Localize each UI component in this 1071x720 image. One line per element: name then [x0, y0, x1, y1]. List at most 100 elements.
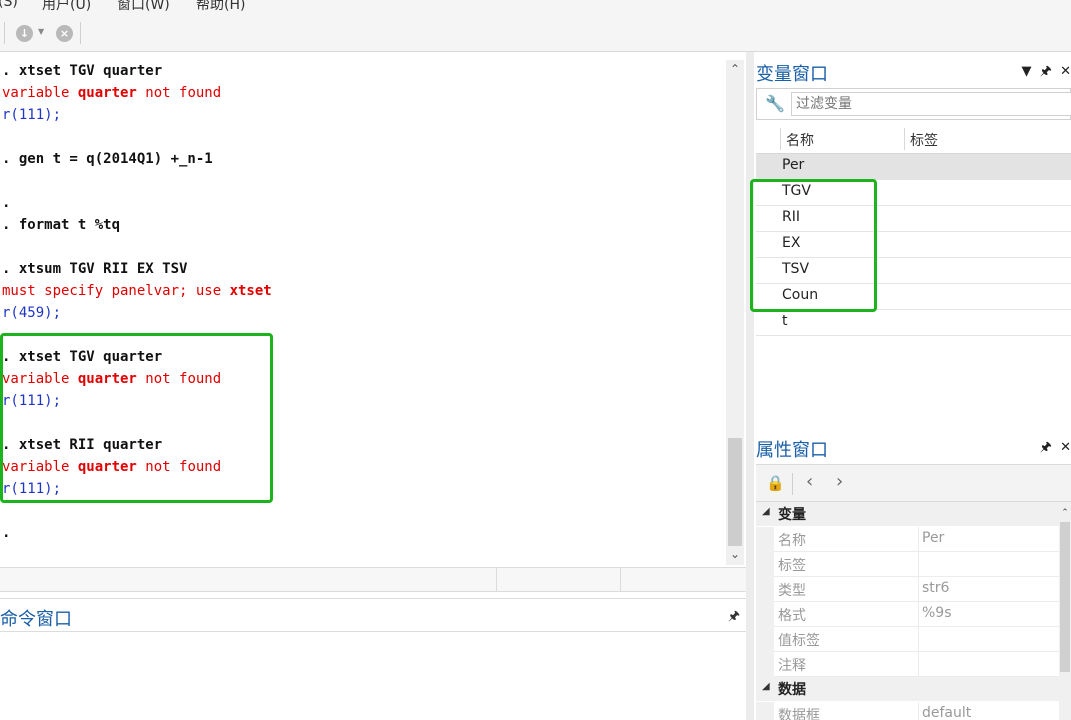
- error-text: variable: [2, 371, 78, 387]
- status-divider: [496, 568, 497, 591]
- scrollbar-thumb[interactable]: [728, 438, 742, 546]
- lock-icon[interactable]: 🔒: [766, 474, 785, 492]
- error-text: variable: [2, 459, 78, 475]
- result-line-error: variable quarter not found: [2, 370, 221, 388]
- property-row[interactable]: 数据框 default: [756, 702, 1059, 720]
- wrench-icon[interactable]: 🔧: [765, 94, 785, 113]
- property-value[interactable]: %9s: [922, 605, 952, 621]
- property-row[interactable]: 类型 str6: [756, 577, 1059, 602]
- menu-item-help[interactable]: 帮助(H): [196, 0, 245, 14]
- error-text: not found: [136, 371, 222, 387]
- properties-section-variable[interactable]: ◢ 变量: [756, 502, 1071, 526]
- property-row[interactable]: 格式 %9s: [756, 602, 1059, 627]
- menu-bar: (S) 用户(U) 窗口(W) 帮助(H): [0, 0, 1071, 14]
- section-label: 数据: [778, 682, 806, 698]
- status-divider: [620, 568, 621, 591]
- close-icon[interactable]: ✕: [1060, 64, 1071, 79]
- property-row[interactable]: 值标签: [756, 627, 1059, 652]
- break-close-icon[interactable]: ×: [56, 25, 73, 42]
- error-keyword-link[interactable]: xtset: [230, 283, 272, 299]
- chevron-down-icon[interactable]: ▼: [38, 27, 44, 36]
- close-icon[interactable]: ✕: [1060, 440, 1071, 455]
- result-line-return-code[interactable]: r(111);: [2, 106, 61, 124]
- chevron-left-icon[interactable]: ‹: [806, 471, 813, 492]
- scrollbar-thumb[interactable]: [1060, 522, 1070, 672]
- menu-item-user[interactable]: 用户(U): [42, 0, 91, 14]
- error-keyword: quarter: [77, 85, 137, 101]
- chevron-right-icon[interactable]: ›: [836, 471, 843, 492]
- column-divider: [918, 527, 919, 552]
- variable-row[interactable]: RII: [756, 206, 1071, 232]
- property-key: 数据框: [778, 708, 820, 720]
- result-line: . xtset TGV quarter: [2, 349, 163, 365]
- menu-item-stats[interactable]: (S): [0, 0, 18, 10]
- column-header-name[interactable]: 名称: [786, 130, 814, 150]
- variable-row[interactable]: Per: [756, 154, 1071, 180]
- variable-name: EX: [782, 235, 801, 251]
- properties-window-title: 属性窗口: [756, 440, 828, 461]
- property-row[interactable]: 名称 Per: [756, 527, 1059, 552]
- pin-icon[interactable]: 🖈: [728, 607, 740, 629]
- result-line-return-code[interactable]: r(111);: [2, 480, 61, 498]
- property-value[interactable]: str6: [922, 580, 949, 596]
- collapse-triangle-icon[interactable]: ◢: [762, 506, 770, 517]
- column-divider: [918, 602, 919, 627]
- variables-table-header: 名称 标签: [756, 126, 1071, 154]
- toolbar-separator: [80, 22, 81, 44]
- command-window[interactable]: 命令窗口 🖈: [0, 598, 746, 720]
- collapse-triangle-icon[interactable]: ◢: [762, 681, 770, 692]
- variables-window-title: 变量窗口: [756, 64, 828, 85]
- toolbar-separator: [4, 22, 5, 44]
- menu-item-window[interactable]: 窗口(W): [117, 0, 170, 14]
- property-key: 格式: [778, 608, 806, 624]
- variable-filter-bar: 🔧: [756, 88, 1071, 120]
- filter-variables-input[interactable]: [791, 92, 1071, 116]
- row-gutter: [756, 652, 774, 677]
- variable-name: TSV: [782, 261, 810, 277]
- result-line: .: [2, 195, 11, 211]
- variable-row[interactable]: TSV: [756, 258, 1071, 284]
- divider: [0, 631, 746, 632]
- column-header-label[interactable]: 标签: [910, 130, 938, 150]
- result-line-return-code[interactable]: r(111);: [2, 392, 61, 410]
- pane-splitter[interactable]: [746, 52, 754, 720]
- properties-section-data[interactable]: ◢ 数据: [756, 677, 1071, 701]
- section-label: 变量: [778, 507, 806, 523]
- property-value[interactable]: Per: [922, 530, 944, 546]
- column-divider: [904, 128, 905, 150]
- property-key: 注释: [778, 658, 806, 674]
- filter-icon[interactable]: ▼: [1022, 64, 1032, 79]
- variable-name: TGV: [782, 183, 811, 199]
- result-line: . xtsum TGV RII EX TSV: [2, 261, 188, 277]
- chevron-up-icon[interactable]: ⌃: [1059, 508, 1071, 518]
- column-divider: [918, 577, 919, 602]
- properties-scrollbar[interactable]: ⌃: [1059, 508, 1071, 720]
- property-value[interactable]: default: [922, 705, 971, 720]
- result-line: . format t %tq: [2, 217, 121, 233]
- download-icon[interactable]: ↓: [16, 25, 33, 42]
- pin-icon[interactable]: 🖈: [1040, 64, 1052, 79]
- variables-window: 变量窗口 ▼ 🖈 ✕ 🔧 名称 标签 Per TGV RII EX TSV Co…: [754, 52, 1071, 432]
- variable-row[interactable]: Coun: [756, 284, 1071, 310]
- properties-window-controls: 🖈 ✕: [1040, 438, 1071, 460]
- variable-row[interactable]: EX: [756, 232, 1071, 258]
- result-line-return-code[interactable]: r(459);: [2, 304, 61, 322]
- chevron-down-icon[interactable]: ⌄: [729, 548, 741, 560]
- variable-name: Coun: [782, 287, 819, 303]
- toolbar: ↓ ▼ ×: [0, 14, 1071, 52]
- pin-icon[interactable]: 🖈: [1040, 440, 1052, 455]
- column-divider: [918, 652, 919, 677]
- variable-row[interactable]: TGV: [756, 180, 1071, 206]
- results-window[interactable]: . xtset TGV quarter variable quarter not…: [0, 60, 726, 565]
- chevron-up-icon[interactable]: ⌃: [729, 63, 741, 75]
- results-scrollbar[interactable]: ⌃ ⌄: [726, 60, 744, 565]
- row-gutter: [756, 627, 774, 652]
- toolbar-separator: [792, 473, 793, 495]
- error-text: not found: [136, 459, 222, 475]
- row-gutter: [756, 602, 774, 627]
- property-row[interactable]: 注释: [756, 652, 1059, 677]
- property-row[interactable]: 标签: [756, 552, 1059, 577]
- variable-row[interactable]: t: [756, 310, 1071, 336]
- result-line-error: must specify panelvar; use xtset: [2, 282, 272, 300]
- property-key: 类型: [778, 583, 806, 599]
